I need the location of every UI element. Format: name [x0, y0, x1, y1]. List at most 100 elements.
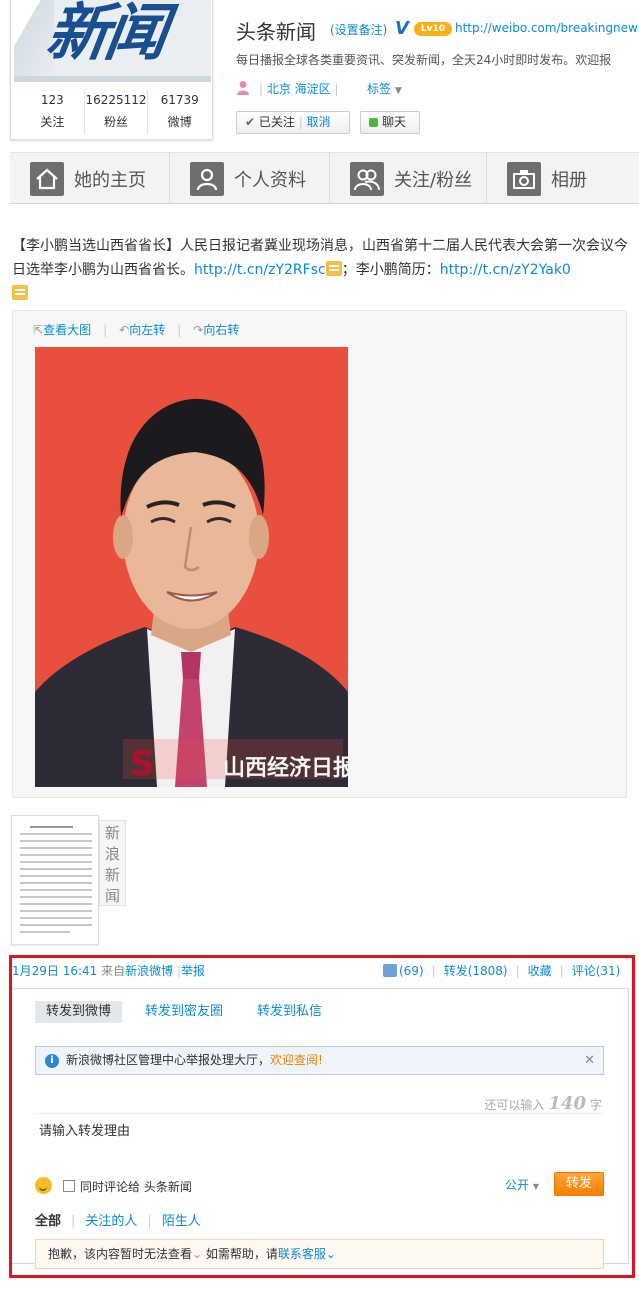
chevron-down-icon: ▼ — [532, 1182, 539, 1191]
article-thumbnail[interactable] — [11, 815, 99, 945]
svg-text:S: S — [130, 744, 155, 784]
article-icon[interactable] — [12, 285, 28, 300]
unavailable-notice: 抱歉，该内容暂时无法查看⌄ 如需帮助，请联系客服⌄ — [35, 1239, 604, 1269]
notice-bar: i 新浪微博社区管理中心举报处理大厅，欢迎查阅! ✕ — [35, 1046, 604, 1075]
thumbs-up-icon — [383, 964, 397, 977]
post-text: 【李小鹏当选山西省省长】人民日报记者冀业现场消息，山西省第十二届人民代表大会第一… — [12, 234, 632, 306]
profile-description: 每日播报全球各类重要资讯、突发新闻，全天24小时即时发布。欢迎报 — [236, 53, 612, 67]
expand-icon: ⇱ — [33, 323, 44, 337]
stat-followers-count: 16225112 — [85, 93, 147, 107]
unavailable-text: 抱歉，该内容暂时无法查看 — [48, 1247, 193, 1261]
tab-home[interactable]: 她的主页 — [10, 153, 170, 204]
forward-submit-button[interactable]: 转发 — [554, 1172, 604, 1196]
stat-following-count: 123 — [40, 93, 64, 107]
profile-name: 头条新闻 — [236, 20, 316, 44]
set-remark-link[interactable]: (设置备注) — [330, 21, 387, 38]
comment-button[interactable]: 评论(31) — [572, 964, 621, 978]
from-label: 来自 — [101, 964, 126, 978]
tab-forward-weibo[interactable]: 转发到微博 — [35, 1001, 123, 1023]
photo-watermark: 山西经济日报 — [223, 755, 348, 781]
also-comment-label: 同时评论给 头条新闻 — [80, 1180, 192, 1194]
verified-icon[interactable]: V — [395, 18, 409, 39]
visibility-dropdown[interactable]: 公开 ▼ — [505, 1176, 539, 1193]
tab-album[interactable]: 相册 — [487, 153, 639, 204]
followed-label: 已关注 — [258, 115, 295, 129]
tab-follow-fans[interactable]: 关注/粉丝 — [330, 153, 487, 204]
avatar[interactable]: 新闻 — [14, 0, 211, 82]
stat-posts-label: 微博 — [167, 115, 192, 129]
article-icon[interactable] — [325, 261, 342, 276]
level-badge[interactable]: Lv10 — [414, 22, 452, 36]
avatar-logo-text: 新闻 — [42, 0, 169, 69]
chevron-down-icon: ▼ — [394, 86, 402, 96]
rotate-right-icon: ↷ — [193, 323, 204, 337]
tags-dropdown[interactable]: 标签 ▼ — [367, 80, 402, 97]
tab-profile[interactable]: 个人资料 — [170, 153, 330, 204]
stat-following-label: 关注 — [40, 115, 65, 129]
filter-following[interactable]: 关注的人 — [85, 1214, 137, 1229]
chat-button[interactable]: 聊天 — [360, 111, 420, 134]
close-icon[interactable]: ✕ — [584, 1047, 595, 1074]
stat-posts[interactable]: 61739 微博 — [147, 90, 211, 134]
profile-card: 新闻 123 关注 16225112 粉丝 61739 微博 — [10, 0, 213, 140]
forward-panel: 转发到微博 转发到密友圈 转发到私信 i 新浪微博社区管理中心举报处理大厅，欢迎… — [10, 988, 629, 1269]
users-icon — [350, 161, 384, 196]
tab-home-label: 她的主页 — [74, 169, 146, 191]
also-comment-checkbox[interactable] — [63, 1180, 75, 1192]
stat-followers[interactable]: 16225112 粉丝 — [83, 90, 148, 134]
portrait-illustration: S 山西经济日报 — [35, 347, 348, 787]
comment-filters: 全部 | 关注的人 | 陌生人 — [35, 1214, 201, 1229]
filter-strangers[interactable]: 陌生人 — [162, 1214, 201, 1229]
rotate-left-icon: ↶ — [119, 323, 130, 337]
home-icon — [30, 161, 64, 196]
report-link[interactable]: 举报 — [181, 964, 205, 978]
camera-icon — [507, 161, 541, 196]
like-button[interactable]: (69) — [383, 964, 424, 978]
rotate-left-button[interactable]: ↶向左转 — [119, 323, 165, 337]
char-counter: 还可以输入 140 字 — [484, 1093, 602, 1114]
post-meta: 1月29日 16:41 来自新浪微博 |举报 — [12, 964, 206, 978]
online-status-icon — [369, 118, 378, 127]
notice-text: 新浪微博社区管理中心举报处理大厅， — [66, 1053, 271, 1067]
followed-button[interactable]: ✔ 已关注 | 取消 — [236, 111, 350, 134]
source-link[interactable]: 新浪微博 — [125, 964, 173, 978]
post-body-mid: ；李小鹏简历： — [341, 262, 440, 278]
stat-following[interactable]: 123 关注 — [21, 90, 84, 134]
post-link-1[interactable]: http://t.cn/zY2RFsc — [194, 262, 326, 278]
tab-forward-close-friends[interactable]: 转发到密友圈 — [134, 1001, 234, 1023]
notice-link[interactable]: 欢迎查阅! — [270, 1053, 323, 1067]
info-icon: i — [45, 1054, 59, 1068]
rotate-right-button[interactable]: ↷向右转 — [193, 323, 239, 337]
collect-button[interactable]: 收藏 — [528, 964, 552, 978]
location-link[interactable]: | 北京 海淀区 | — [259, 80, 339, 97]
post-photo[interactable]: S 山西经济日报 — [35, 347, 348, 787]
filter-all[interactable]: 全部 — [35, 1214, 61, 1229]
unfollow-link[interactable]: 取消 — [307, 115, 331, 129]
profile-url-link[interactable]: http://weibo.com/breakingnews — [455, 21, 639, 35]
profile-tabs: 她的主页 个人资料 关注/粉丝 相册 — [10, 152, 639, 204]
media-toolbar: ⇱查看大图 | ↶向左转 | ↷向右转 — [33, 323, 240, 337]
char-count: 140 — [548, 1093, 586, 1114]
contact-support-link[interactable]: 联系客服 — [278, 1247, 326, 1261]
post-time-link[interactable]: 1月29日 16:41 — [12, 964, 97, 978]
post-link-2[interactable]: http://t.cn/zY2Yak0 — [440, 262, 571, 278]
profile-stats: 123 关注 16225112 粉丝 61739 微博 — [21, 90, 211, 134]
check-icon: ✔ — [245, 115, 256, 129]
forward-tabs: 转发到微博 转发到密友圈 转发到私信 — [35, 1001, 345, 1023]
tags-label: 标签 — [367, 82, 392, 96]
sina-news-label[interactable]: 新浪新闻 — [99, 820, 126, 906]
person-icon — [237, 81, 249, 95]
emoji-icon[interactable] — [35, 1177, 52, 1194]
post-actions: (69) | 转发(1808) | 收藏 | 评论(31) — [383, 962, 620, 979]
tab-profile-label: 个人资料 — [234, 169, 306, 191]
tab-follow-fans-label: 关注/粉丝 — [394, 169, 473, 191]
location-text: 北京 海淀区 — [266, 82, 331, 96]
media-box: ⇱查看大图 | ↶向左转 | ↷向右转 S 山西经济日报 — [12, 310, 627, 798]
profile-icon — [190, 161, 224, 196]
view-large-button[interactable]: ⇱查看大图 — [33, 323, 91, 337]
forward-button[interactable]: 转发(1808) — [444, 964, 508, 978]
forward-reason-input[interactable]: 请输入转发理由 — [35, 1113, 604, 1167]
tab-forward-private[interactable]: 转发到私信 — [246, 1001, 333, 1023]
stat-followers-label: 粉丝 — [104, 115, 129, 129]
stat-posts-count: 61739 — [160, 93, 199, 107]
